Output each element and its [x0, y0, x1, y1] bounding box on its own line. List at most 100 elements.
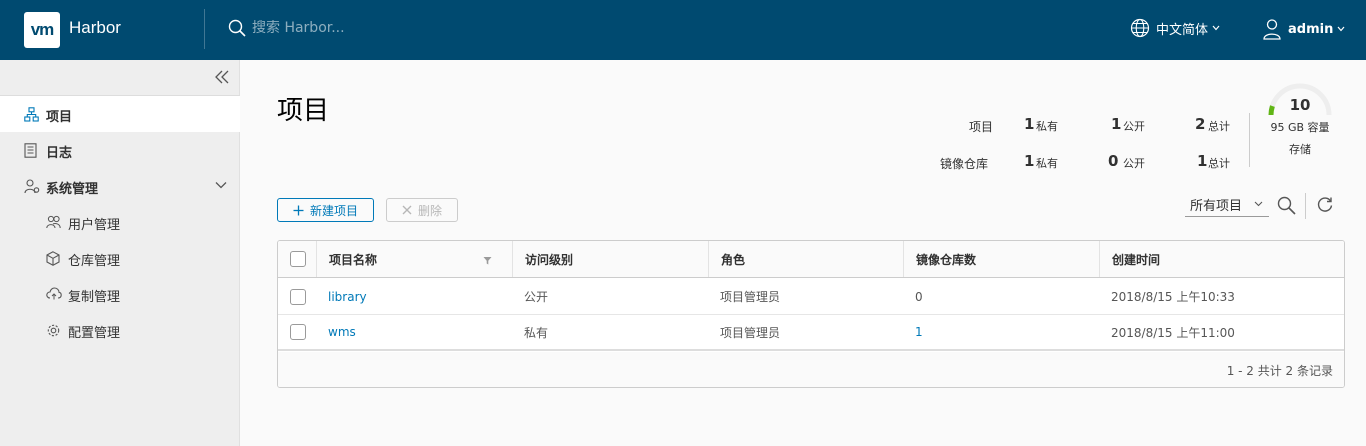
global-search[interactable] [228, 19, 452, 37]
user-icon [1263, 19, 1281, 40]
project-name-cell: wms [316, 315, 356, 349]
vmware-logo[interactable]: vm [24, 12, 60, 48]
language-selector[interactable]: 中文简体 [1130, 18, 1220, 38]
access-level-cell: 公开 [524, 290, 549, 304]
role-cell: 项目管理员 [720, 325, 781, 340]
repo-count-cell: 1 [915, 325, 923, 339]
repo-count-cell: 0 [915, 289, 923, 304]
projects-datagrid: 项目名称 访问级别 角色 镜像仓库数 创建时间 library 公开 项目管理员… [277, 240, 1345, 388]
replication-icon [46, 287, 62, 300]
registry-icon [46, 251, 60, 266]
row-checkbox[interactable] [290, 288, 306, 305]
column-header-access[interactable]: 访问级别 [512, 241, 708, 277]
column-header-created[interactable]: 创建时间 [1099, 241, 1344, 277]
total-label: 总计 [1208, 157, 1230, 170]
search-input[interactable] [252, 20, 452, 36]
storage-capacity: 95 GB 容量 [1270, 121, 1330, 134]
private-label: 私有 [1036, 120, 1058, 133]
settings-icon [47, 324, 60, 337]
projects-icon [24, 107, 39, 122]
project-name-cell: library [316, 279, 367, 314]
delete-button[interactable]: 删除 [386, 198, 458, 222]
chevron-down-icon [1212, 25, 1220, 31]
sidebar-item-label: 用户管理 [68, 218, 121, 233]
sidebar-item-logs[interactable]: 日志 [0, 132, 240, 168]
collapse-sidebar-icon[interactable] [213, 68, 231, 86]
column-header-role[interactable]: 角色 [708, 241, 903, 277]
select-all-checkbox[interactable] [290, 251, 306, 267]
created-time-cell: 2018/8/15 上午10:33 [1111, 290, 1235, 304]
project-filter-select[interactable]: 所有项目 [1185, 193, 1269, 217]
row-checkbox[interactable] [290, 324, 306, 340]
filter-icon[interactable] [483, 256, 492, 265]
plus-icon [293, 205, 304, 215]
repos-stat-label: 镜像仓库 [940, 157, 989, 171]
sidebar-item-label: 复制管理 [68, 290, 121, 305]
delete-label: 删除 [417, 203, 442, 218]
public-label: 公开 [1123, 120, 1145, 133]
row-select-cell [278, 315, 316, 349]
row-select-cell [278, 279, 316, 314]
table-row[interactable]: library 公开 项目管理员 0 2018/8/15 上午10:33 [278, 279, 1344, 315]
column-label: 角色 [721, 252, 746, 267]
refresh-icon[interactable] [1316, 196, 1334, 214]
projects-total-count: 2 [1195, 115, 1206, 133]
column-label: 创建时间 [1112, 252, 1161, 267]
sidebar-item-users[interactable]: 用户管理 [0, 204, 240, 240]
select-all-cell [278, 241, 316, 277]
users-icon [46, 215, 61, 229]
stats-divider [1249, 113, 1250, 167]
projects-private-count: 1 [1024, 115, 1035, 133]
repos-total-count: 1 [1197, 152, 1208, 170]
sidebar-item-label: 日志 [46, 146, 73, 161]
search-icon [228, 19, 246, 37]
chevron-down-icon [1254, 201, 1263, 207]
storage-value: 10 [1289, 96, 1311, 114]
sidebar-item-replication[interactable]: 复制管理 [0, 276, 240, 312]
search-icon[interactable] [1277, 196, 1296, 215]
projects-public-count: 1 [1111, 115, 1122, 133]
sidebar-item-administration[interactable]: 系统管理 [0, 168, 240, 204]
table-header: 项目名称 访问级别 角色 镜像仓库数 创建时间 [278, 241, 1344, 278]
sidebar-item-label: 配置管理 [68, 326, 121, 341]
page-title: 项目 [277, 96, 330, 126]
project-name-link[interactable]: wms [328, 325, 356, 339]
logo-text: vm [30, 20, 55, 39]
globe-icon [1130, 18, 1150, 38]
chevron-down-icon [1337, 26, 1345, 32]
column-header-name[interactable]: 项目名称 [316, 241, 512, 277]
sidebar-item-registries[interactable]: 仓库管理 [0, 240, 240, 276]
close-icon [402, 205, 412, 215]
user-menu[interactable]: admin [1262, 18, 1345, 40]
app-name[interactable]: Harbor [69, 18, 121, 38]
log-icon [24, 143, 37, 158]
table-footer: 1 - 2 共计 2 条记录 [278, 352, 1344, 387]
toolbar-divider [1305, 193, 1306, 219]
table-row[interactable]: wms 私有 项目管理员 1 2018/8/15 上午11:00 [278, 315, 1344, 351]
new-project-button[interactable]: 新建项目 [277, 198, 374, 222]
top-header: vm Harbor 中文简体 admin [0, 0, 1366, 60]
column-label: 项目名称 [329, 252, 378, 267]
sidebar-item-label: 仓库管理 [68, 254, 121, 269]
filter-value: 所有项目 [1190, 199, 1243, 214]
role-cell: 项目管理员 [720, 290, 781, 304]
project-name-link[interactable]: library [328, 290, 367, 304]
column-label: 镜像仓库数 [916, 252, 977, 267]
access-level-cell: 私有 [524, 325, 549, 340]
total-label: 总计 [1208, 120, 1230, 133]
repos-public-count: 0 [1108, 152, 1119, 170]
admin-icon [24, 179, 40, 194]
repos-private-count: 1 [1024, 152, 1035, 170]
projects-stat-label: 项目 [969, 120, 994, 134]
header-divider [204, 9, 205, 49]
column-label: 访问级别 [525, 252, 574, 267]
sidebar-item-label: 项目 [46, 110, 73, 125]
sidebar-item-configuration[interactable]: 配置管理 [0, 312, 240, 348]
sidebar-item-label: 系统管理 [46, 182, 99, 197]
column-header-repo-count[interactable]: 镜像仓库数 [903, 241, 1099, 277]
sidebar-item-projects[interactable]: 项目 [0, 96, 240, 132]
public-label: 公开 [1123, 157, 1145, 170]
storage-label: 存储 [1289, 143, 1311, 156]
chevron-down-icon[interactable] [215, 181, 227, 189]
created-time-cell: 2018/8/15 上午11:00 [1111, 325, 1235, 340]
